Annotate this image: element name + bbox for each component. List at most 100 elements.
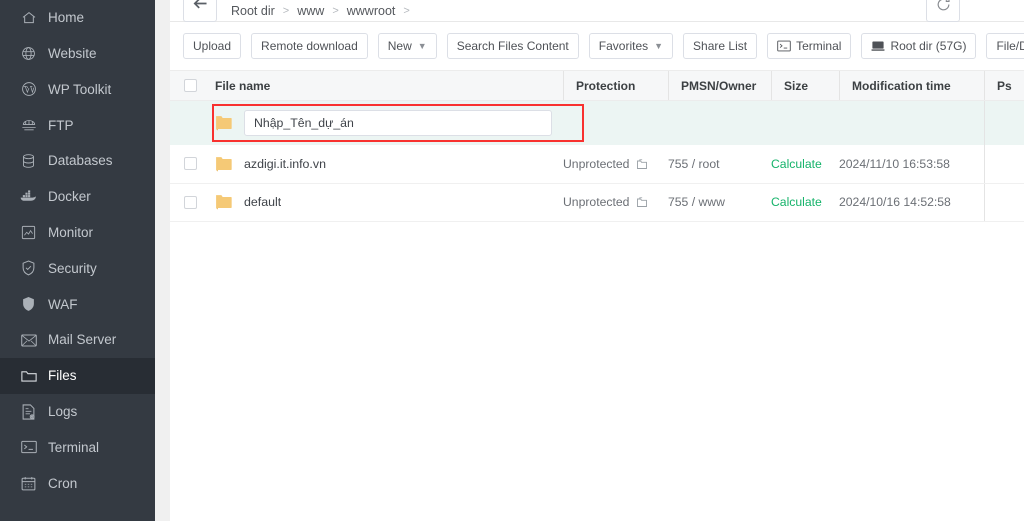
table-header-row: File name Protection PMSN/Owner Size Mod… [170,70,1024,101]
calculate-size-link[interactable]: Calculate [771,195,822,209]
shield-icon [20,296,37,313]
table-row[interactable]: default Unprotected 755 / www Calculate … [170,184,1024,223]
search-files-content-label: Search Files Content [457,40,569,52]
sidebar-item-label: Home [48,11,84,25]
new-button-label: New [388,40,412,52]
wordpress-icon [20,81,37,98]
row-size-cell: Calculate [771,195,839,209]
sidebar-item-files[interactable]: Files [0,358,155,394]
sidebar-item-label: Logs [48,405,77,419]
sidebar-item-mail-server[interactable]: Mail Server [0,322,155,358]
sidebar-item-label: Website [48,47,97,61]
terminal-button-label: Terminal [796,40,841,52]
breadcrumb: Root dir > www > wwwroot > [231,4,418,18]
sidebar-item-label: Cron [48,477,77,491]
sidebar-item-waf[interactable]: WAF [0,286,155,322]
search-files-content-button[interactable]: Search Files Content [447,33,579,59]
file-name-link[interactable]: azdigi.it.info.vn [244,157,326,171]
folder-icon [215,194,233,210]
calendar-icon [20,475,37,492]
new-folder-name-input[interactable] [244,110,552,136]
sidebar-content-gutter [155,0,170,521]
row-checkbox[interactable] [184,157,197,170]
refresh-button[interactable] [926,0,960,22]
header-protection: Protection [563,71,668,100]
root-dir-button-label: Root dir (57G) [890,40,966,52]
breadcrumb-item-www[interactable]: www [297,4,324,18]
breadcrumb-item-wwwroot[interactable]: wwwroot [347,4,396,18]
unlock-folder-icon[interactable] [636,196,648,208]
envelope-icon [20,332,37,349]
share-list-button[interactable]: Share List [683,33,757,59]
sidebar-item-label: Databases [48,154,113,168]
unlock-folder-icon[interactable] [636,158,648,170]
monitor-icon [20,224,37,241]
calculate-size-link[interactable]: Calculate [771,157,822,171]
breadcrumb-separator: > [332,5,338,17]
upload-button-label: Upload [193,40,231,52]
database-icon [20,153,37,170]
refresh-icon [936,0,951,17]
root-dir-button[interactable]: Root dir (57G) [861,33,976,59]
row-protection-cell: Unprotected [563,157,668,171]
table-row[interactable]: azdigi.it.info.vn Unprotected 755 / root… [170,145,1024,184]
sidebar-item-wp-toolkit[interactable]: WP Toolkit [0,72,155,108]
row-file-name-cell: default [210,194,563,210]
row-size-cell: Calculate [771,157,839,171]
sidebar-item-label: Security [48,262,97,276]
sidebar-item-docker[interactable]: Docker [0,179,155,215]
sidebar-item-cron[interactable]: Cron [0,465,155,501]
share-list-label: Share List [693,40,747,52]
row-modification-time: 2024/10/16 14:52:58 [839,195,984,209]
breadcrumb-item-root[interactable]: Root dir [231,4,275,18]
sidebar-item-website[interactable]: Website [0,36,155,72]
sidebar-item-label: WAF [48,298,78,312]
select-all-checkbox[interactable] [184,79,197,92]
sidebar-item-label: FTP [48,119,74,133]
terminal-icon [777,40,791,52]
sidebar-item-label: Files [48,369,77,383]
sidebar-item-label: WP Toolkit [48,83,111,97]
header-file-name: File name [210,79,563,93]
sidebar-item-databases[interactable]: Databases [0,143,155,179]
sidebar-item-label: Docker [48,190,91,204]
row-checkbox-cell [170,196,210,209]
sidebar: Home Website WP Toolkit FTP Databases Do… [0,0,155,521]
sidebar-item-ftp[interactable]: FTP [0,107,155,143]
favorites-dropdown-button[interactable]: Favorites ▼ [589,33,673,59]
protection-status: Unprotected [563,157,629,171]
log-document-icon [20,403,37,420]
breadcrumb-bar: Root dir > www > wwwroot > [170,0,1024,22]
sidebar-item-logs[interactable]: Logs [0,394,155,430]
row-pmsn-owner: 755 / root [668,157,771,171]
terminal-icon [20,439,37,456]
file-name-link[interactable]: default [244,195,281,209]
breadcrumb-separator: > [283,5,289,17]
new-dropdown-button[interactable]: New ▼ [378,33,437,59]
back-arrow-button[interactable] [183,0,217,22]
file-dir-protection-button[interactable]: File/Dir protection [986,33,1024,59]
file-manager-app: Home Website WP Toolkit FTP Databases Do… [0,0,1024,521]
sidebar-item-monitor[interactable]: Monitor [0,215,155,251]
new-folder-ps-cell [984,101,1024,145]
terminal-button[interactable]: Terminal [767,33,851,59]
row-file-name-cell: azdigi.it.info.vn [210,156,563,172]
back-arrow-icon [193,0,208,15]
remote-download-button[interactable]: Remote download [251,33,368,59]
select-all-checkbox-cell [170,79,210,92]
globe-icon [20,45,37,62]
header-ps: Ps [984,71,1024,100]
row-pmsn-owner: 755 / www [668,195,771,209]
sidebar-item-security[interactable]: Security [0,251,155,287]
sidebar-item-terminal[interactable]: Terminal [0,430,155,466]
home-icon [20,9,37,26]
upload-button[interactable]: Upload [183,33,241,59]
sidebar-item-home[interactable]: Home [0,0,155,36]
disk-icon [871,40,885,52]
file-table: File name Protection PMSN/Owner Size Mod… [170,70,1024,222]
remote-download-button-label: Remote download [261,40,358,52]
row-checkbox[interactable] [184,196,197,209]
new-folder-name-cell [210,110,563,136]
row-protection-cell: Unprotected [563,195,668,209]
new-folder-row [170,101,1024,145]
